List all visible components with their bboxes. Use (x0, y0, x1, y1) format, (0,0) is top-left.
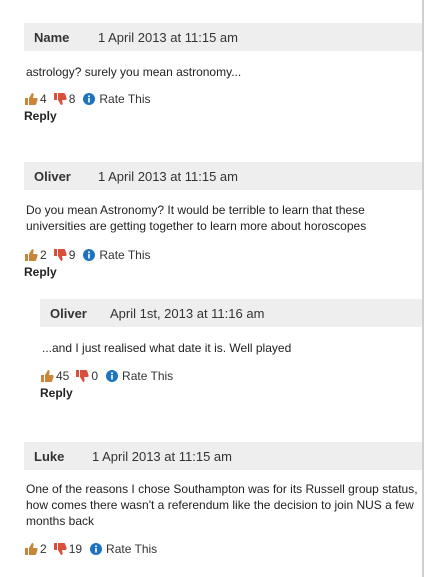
info-icon[interactable] (83, 249, 96, 261)
dislike-count: 19 (68, 542, 83, 556)
rate-this-link[interactable]: Rate This (122, 369, 173, 383)
comment-date[interactable]: April 1st, 2013 at 11:16 am (110, 306, 264, 321)
info-icon[interactable] (106, 370, 119, 382)
comment-rating: 45 0 Rate This (40, 369, 422, 383)
comment-date[interactable]: 1 April 2013 at 11:15 am (98, 169, 238, 184)
comment-text: astrology? surely you mean astronomy... (26, 65, 242, 79)
comment-author[interactable]: Oliver (40, 306, 110, 321)
thumbs-down-icon[interactable] (53, 248, 67, 262)
comment-header: Oliver 1 April 2013 at 11:15 am (24, 162, 422, 190)
dislike-count: 9 (68, 248, 76, 262)
comment: Luke 1 April 2013 at 11:15 am One of the… (24, 442, 422, 556)
comment-author[interactable]: Name (24, 30, 98, 45)
comment-text: ...and I just realised what date it is. … (42, 341, 292, 355)
rate-this-link[interactable]: Rate This (106, 542, 157, 556)
rate-this-link[interactable]: Rate This (99, 92, 150, 106)
info-icon[interactable] (83, 93, 96, 105)
comment-author[interactable]: Oliver (24, 169, 98, 184)
dislike-count: 0 (91, 369, 99, 383)
like-count: 4 (40, 92, 47, 106)
comment-header: Luke 1 April 2013 at 11:15 am (24, 442, 422, 470)
comment-text: Do you mean Astronomy? It would be terri… (26, 203, 367, 233)
reply-link[interactable]: Reply (40, 386, 422, 400)
reply-link[interactable]: Reply (24, 109, 422, 123)
comment-header: Oliver April 1st, 2013 at 11:16 am (40, 299, 422, 327)
thumbs-down-icon[interactable] (53, 542, 67, 556)
dislike-count: 8 (68, 92, 76, 106)
like-count: 2 (40, 542, 47, 556)
thumbs-up-icon[interactable] (24, 248, 38, 262)
comment-date[interactable]: 1 April 2013 at 11:15 am (98, 30, 238, 45)
info-icon[interactable] (90, 543, 103, 555)
comment-header: Name 1 April 2013 at 11:15 am (24, 23, 422, 51)
comment-rating: 2 9 Rate This (24, 248, 422, 262)
reply-comment: Oliver April 1st, 2013 at 11:16 am ...an… (40, 299, 422, 400)
thumbs-up-icon[interactable] (40, 369, 54, 383)
thumbs-up-icon[interactable] (24, 92, 38, 106)
like-count: 2 (40, 248, 47, 262)
reply-link[interactable]: Reply (24, 265, 422, 279)
comment-date[interactable]: 1 April 2013 at 11:15 am (92, 449, 232, 464)
thumbs-down-icon[interactable] (53, 92, 67, 106)
comment-author[interactable]: Luke (24, 449, 92, 464)
comment: Oliver 1 April 2013 at 11:15 am Do you m… (24, 162, 422, 279)
comment-rating: 4 8 Rate This (24, 92, 422, 106)
comment-rating: 2 19 Rate This (24, 542, 422, 556)
comment-text: One of the reasons I chose Southampton w… (26, 482, 418, 528)
comment: Name 1 April 2013 at 11:15 am astrology?… (24, 23, 422, 123)
thumbs-up-icon[interactable] (24, 542, 38, 556)
rate-this-link[interactable]: Rate This (99, 248, 150, 262)
like-count: 45 (56, 369, 70, 383)
thumbs-down-icon[interactable] (75, 369, 89, 383)
